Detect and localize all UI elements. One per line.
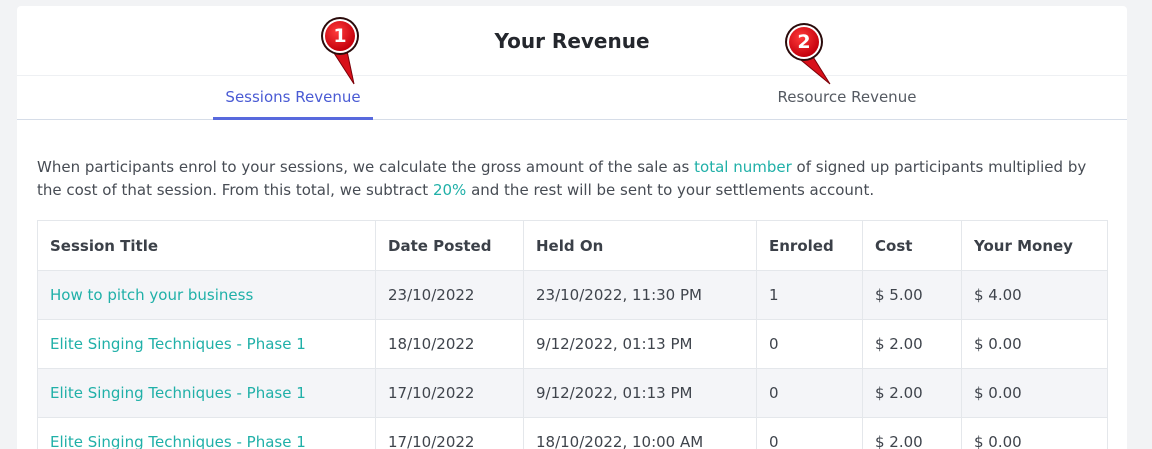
table-row: Elite Singing Techniques - Phase 1 18/10… (37, 319, 1108, 369)
held-on-cell: 18/10/2022, 10:00 AM (523, 417, 757, 449)
session-title-link[interactable]: Elite Singing Techniques - Phase 1 (37, 417, 376, 449)
numbered-marker-icon: 2 (782, 22, 831, 85)
sessions-revenue-table: Session Title Date Posted Held On Enrole… (37, 220, 1108, 449)
date-posted-cell: 18/10/2022 (375, 319, 524, 369)
description-highlight-total: total number (694, 158, 792, 176)
cost-cell: $ 2.00 (862, 368, 962, 418)
column-header-date-posted: Date Posted (375, 220, 524, 271)
your-money-cell: $ 4.00 (961, 270, 1108, 320)
tab-sessions-revenue[interactable]: Sessions Revenue (213, 76, 373, 120)
session-title-link[interactable]: Elite Singing Techniques - Phase 1 (37, 319, 376, 369)
description-text-3: and the rest will be sent to your settle… (466, 181, 875, 199)
numbered-marker-icon: 1 (318, 16, 362, 85)
column-header-cost: Cost (862, 220, 962, 271)
tab-resource-revenue[interactable]: Resource Revenue (747, 76, 947, 120)
enroled-cell: 0 (756, 417, 863, 449)
held-on-cell: 9/12/2022, 01:13 PM (523, 319, 757, 369)
enroled-cell: 0 (756, 368, 863, 418)
cost-cell: $ 2.00 (862, 417, 962, 449)
cost-cell: $ 5.00 (862, 270, 962, 320)
description-text-1: When participants enrol to your sessions… (37, 158, 695, 176)
enroled-cell: 1 (756, 270, 863, 320)
date-posted-cell: 17/10/2022 (375, 368, 524, 418)
your-money-cell: $ 0.00 (961, 417, 1108, 449)
date-posted-cell: 17/10/2022 (375, 417, 524, 449)
marker-number: 2 (797, 31, 811, 53)
marker-number: 1 (333, 25, 347, 47)
your-money-cell: $ 0.00 (961, 319, 1108, 369)
revenue-description: When participants enrol to your sessions… (37, 156, 1112, 202)
table-row: Elite Singing Techniques - Phase 1 17/10… (37, 368, 1108, 418)
your-money-cell: $ 0.00 (961, 368, 1108, 418)
session-title-link[interactable]: How to pitch your business (37, 270, 376, 320)
column-header-held-on: Held On (523, 220, 757, 271)
held-on-cell: 23/10/2022, 11:30 PM (523, 270, 757, 320)
description-highlight-percent: 20% (432, 181, 467, 199)
column-header-your-money: Your Money (961, 220, 1108, 271)
revenue-card: Your Revenue Sessions Revenue Resource R… (17, 6, 1127, 449)
revenue-tabs: Sessions Revenue Resource Revenue (17, 76, 1127, 120)
table-row: Elite Singing Techniques - Phase 1 17/10… (37, 417, 1108, 449)
cost-cell: $ 2.00 (862, 319, 962, 369)
table-row: How to pitch your business 23/10/2022 23… (37, 270, 1108, 320)
column-header-session-title: Session Title (37, 220, 376, 271)
enroled-cell: 0 (756, 319, 863, 369)
date-posted-cell: 23/10/2022 (375, 270, 524, 320)
table-header-row: Session Title Date Posted Held On Enrole… (37, 220, 1108, 271)
session-title-link[interactable]: Elite Singing Techniques - Phase 1 (37, 368, 376, 418)
page-title: Your Revenue (17, 6, 1127, 76)
held-on-cell: 9/12/2022, 01:13 PM (523, 368, 757, 418)
column-header-enroled: Enroled (756, 220, 863, 271)
